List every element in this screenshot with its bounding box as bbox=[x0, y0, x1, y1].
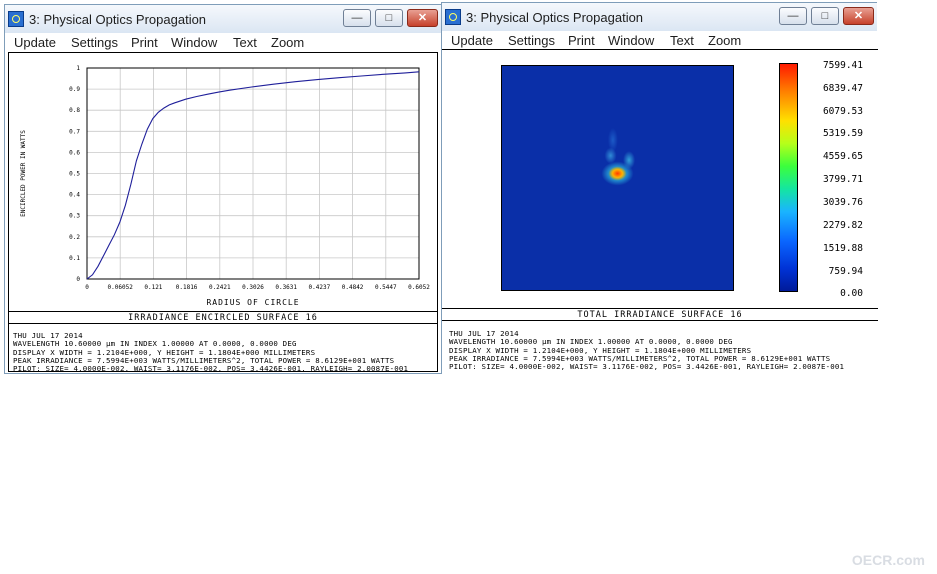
x-tick-label: 0.6052 bbox=[408, 284, 430, 291]
maximize-icon: □ bbox=[385, 12, 393, 24]
y-tick-label: 0.5 bbox=[69, 171, 80, 178]
x-tick-label: 0.4237 bbox=[309, 284, 331, 291]
y-tick-label: 0.6 bbox=[69, 149, 80, 156]
info-line: PILOT: SIZE= 4.0000E-002, WAIST= 3.1176E… bbox=[13, 364, 409, 374]
menu-update[interactable]: Update bbox=[14, 35, 56, 50]
close-button[interactable]: ✕ bbox=[407, 9, 438, 27]
y-tick-label: 0.4 bbox=[69, 192, 80, 199]
maximize-icon: □ bbox=[821, 10, 829, 22]
window-title: 3: Physical Optics Propagation bbox=[466, 10, 644, 25]
map-caption: TOTAL IRRADIANCE SURFACE 16 bbox=[577, 310, 743, 320]
colorbar-label: 759.94 bbox=[828, 266, 863, 277]
colorbar bbox=[779, 63, 798, 292]
colorbar-label: 7599.41 bbox=[822, 60, 863, 71]
colorbar-label: 6839.47 bbox=[822, 83, 863, 94]
maximize-button[interactable]: □ bbox=[811, 7, 839, 25]
menu-window[interactable]: Window bbox=[608, 33, 654, 48]
minimize-button[interactable]: — bbox=[779, 7, 807, 25]
menu-print[interactable]: Print bbox=[568, 33, 595, 48]
x-tick-label: 0.1816 bbox=[176, 284, 198, 291]
right-content: 7599.41 6839.47 6079.53 5319.59 4559.65 … bbox=[442, 49, 878, 373]
y-tick-label: 0.2 bbox=[69, 234, 80, 241]
menu-update[interactable]: Update bbox=[451, 33, 493, 48]
colorbar-label: 0.00 bbox=[840, 288, 863, 299]
menu-zoom[interactable]: Zoom bbox=[271, 35, 304, 50]
x-tick-label: 0.5447 bbox=[375, 284, 397, 291]
menu-settings[interactable]: Settings bbox=[71, 35, 118, 50]
colorbar-label: 3039.76 bbox=[822, 197, 863, 208]
x-tick-label: 0.121 bbox=[144, 284, 162, 291]
y-tick-label: 0.1 bbox=[69, 255, 80, 262]
menu-window[interactable]: Window bbox=[171, 35, 217, 50]
x-tick-label: 0 bbox=[85, 284, 89, 291]
colorbar-label: 4559.65 bbox=[822, 151, 863, 162]
colorbar-label: 2279.82 bbox=[822, 220, 863, 231]
menu-settings[interactable]: Settings bbox=[508, 33, 555, 48]
close-icon: ✕ bbox=[853, 10, 864, 22]
x-tick-label: 0.4842 bbox=[342, 284, 364, 291]
right-menubar: Update Settings Print Window Text Zoom bbox=[442, 31, 877, 51]
y-tick-label: 1 bbox=[76, 65, 80, 72]
colorbar-label: 1519.88 bbox=[822, 243, 863, 254]
irradiance-map bbox=[501, 65, 734, 291]
y-tick-label: 0 bbox=[76, 276, 80, 283]
x-tick-label: 0.06052 bbox=[108, 284, 134, 291]
y-tick-label: 0.3 bbox=[69, 213, 80, 220]
info-text: THU JUL 17 2014 WAVELENGTH 10.60000 µm I… bbox=[449, 329, 845, 372]
colorbar-label: 5319.59 bbox=[822, 128, 863, 139]
app-icon bbox=[8, 11, 24, 27]
x-tick-label: 0.3026 bbox=[242, 284, 264, 291]
right-titlebar[interactable]: 3: Physical Optics Propagation — □ ✕ bbox=[442, 3, 877, 31]
minimize-icon: — bbox=[787, 10, 799, 22]
left-window: 3: Physical Optics Propagation — □ ✕ Upd… bbox=[4, 4, 442, 374]
y-tick-label: 0.8 bbox=[69, 107, 80, 114]
menu-text[interactable]: Text bbox=[233, 35, 257, 50]
close-button[interactable]: ✕ bbox=[843, 7, 874, 25]
watermark: OECR.com bbox=[851, 552, 925, 568]
minimize-button[interactable]: — bbox=[343, 9, 371, 27]
minimize-icon: — bbox=[351, 12, 363, 24]
info-text: THU JUL 17 2014 WAVELENGTH 10.60000 µm I… bbox=[13, 331, 409, 374]
y-tick-label: 0.9 bbox=[69, 86, 80, 93]
y-tick-label: 0.7 bbox=[69, 128, 80, 135]
right-window: 3: Physical Optics Propagation — □ ✕ Upd… bbox=[441, 2, 878, 373]
menu-text[interactable]: Text bbox=[670, 33, 694, 48]
info-line: PILOT: SIZE= 4.0000E-002, WAIST= 3.1176E… bbox=[449, 362, 845, 372]
x-tick-label: 0.3631 bbox=[275, 284, 297, 291]
left-titlebar[interactable]: 3: Physical Optics Propagation — □ ✕ bbox=[5, 5, 441, 33]
colorbar-label: 3799.71 bbox=[822, 174, 863, 185]
maximize-button[interactable]: □ bbox=[375, 9, 403, 27]
chart-caption: IRRADIANCE ENCIRCLED SURFACE 16 bbox=[128, 313, 318, 323]
x-axis-label: RADIUS OF CIRCLE bbox=[206, 298, 299, 307]
menu-print[interactable]: Print bbox=[131, 35, 158, 50]
colorbar-label: 6079.53 bbox=[822, 106, 863, 117]
encircled-power-chart: 0 0.06052 0.121 0.1816 0.2421 0.3026 0.3631 0.4… bbox=[20, 65, 430, 307]
y-axis-label: ENCIRCLED POWER IN WATTS bbox=[20, 130, 27, 217]
left-content: 0 0.06052 0.121 0.1816 0.2421 0.3026 0.3631 0.4… bbox=[8, 52, 438, 374]
x-tick-label: 0.2421 bbox=[209, 284, 231, 291]
close-icon: ✕ bbox=[417, 12, 428, 24]
window-title: 3: Physical Optics Propagation bbox=[29, 12, 207, 27]
menu-zoom[interactable]: Zoom bbox=[708, 33, 741, 48]
left-menubar: Update Settings Print Window Text Zoom bbox=[5, 33, 441, 53]
app-icon bbox=[445, 9, 461, 25]
